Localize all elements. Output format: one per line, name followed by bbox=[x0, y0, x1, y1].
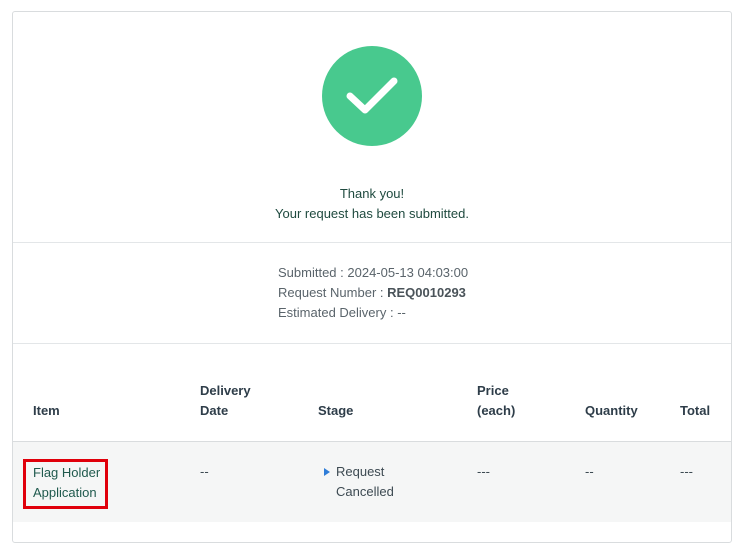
expand-arrow-icon[interactable] bbox=[324, 468, 330, 476]
confirmation-message: Thank you! Your request has been submitt… bbox=[13, 184, 731, 224]
submitted-value: 2024-05-13 04:03:00 bbox=[347, 265, 469, 280]
header-stage: Stage bbox=[318, 403, 354, 418]
submitted-row: Submitted : 2024-05-13 04:03:00 bbox=[278, 263, 468, 283]
estimated-delivery-value: -- bbox=[397, 305, 406, 320]
thank-you-text: Thank you! bbox=[339, 186, 405, 201]
request-confirmation-card: Thank you! Your request has been submitt… bbox=[12, 11, 732, 543]
table-row: Flag Holder Application -- Request Cance… bbox=[13, 442, 731, 522]
cell-stage: Request Cancelled bbox=[336, 464, 394, 499]
estimated-delivery-label: Estimated Delivery : bbox=[278, 305, 394, 320]
request-details: Submitted : 2024-05-13 04:03:00 Request … bbox=[13, 244, 731, 344]
request-number-value: REQ0010293 bbox=[387, 285, 466, 300]
submitted-label: Submitted : bbox=[278, 265, 344, 280]
header-quantity: Quantity bbox=[585, 403, 638, 418]
item-link-flag-holder-application[interactable]: Flag Holder Application bbox=[23, 459, 108, 509]
header-delivery-date: Delivery Date bbox=[200, 383, 251, 418]
cell-quantity: -- bbox=[585, 464, 594, 479]
cell-delivery-date: -- bbox=[200, 464, 209, 479]
request-number-row: Request Number : REQ0010293 bbox=[278, 283, 468, 303]
cell-total: --- bbox=[680, 464, 693, 479]
requested-items-table: Item Delivery Date Stage Price (each) Qu… bbox=[13, 345, 731, 522]
confirmation-section: Thank you! Your request has been submitt… bbox=[13, 12, 731, 243]
estimated-delivery-row: Estimated Delivery : -- bbox=[278, 303, 468, 323]
request-number-label: Request Number : bbox=[278, 285, 384, 300]
header-total: Total bbox=[680, 403, 711, 418]
cell-price: --- bbox=[477, 464, 490, 479]
header-price: Price (each) bbox=[477, 383, 516, 418]
submitted-text: Your request has been submitted. bbox=[275, 206, 469, 221]
checkmark-icon bbox=[322, 46, 422, 146]
table-header: Item Delivery Date Stage Price (each) Qu… bbox=[13, 345, 731, 442]
header-item: Item bbox=[33, 403, 60, 418]
